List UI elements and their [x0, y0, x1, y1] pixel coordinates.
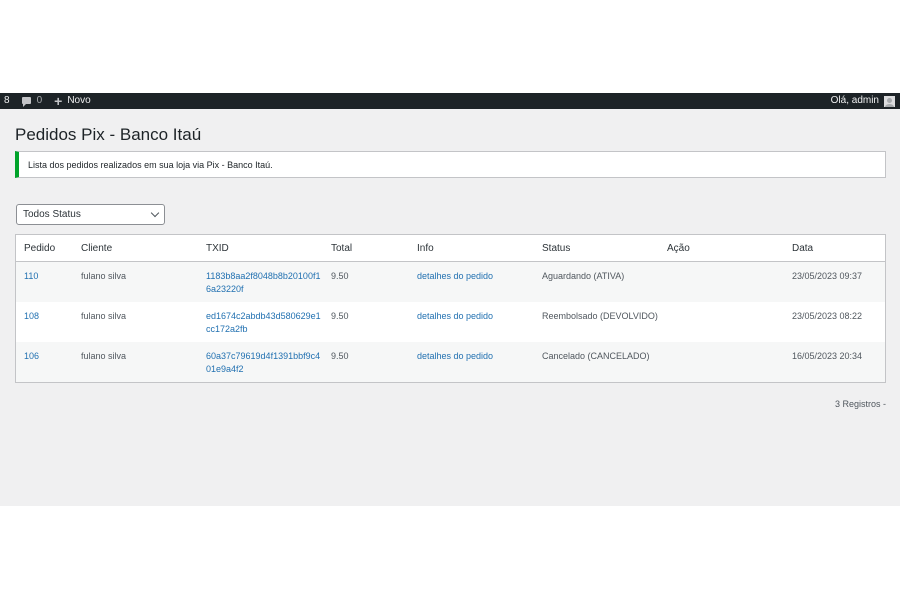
orders-table: Pedido Cliente TXID Total Info Status Aç… [15, 234, 886, 383]
status-filter-value: Todos Status [23, 209, 81, 220]
table-row: 110 fulano silva 1183b8aa2f8048b8b20100f… [16, 261, 885, 302]
cell-total: 9.50 [323, 261, 409, 302]
cell-acao [659, 302, 784, 342]
site-menu[interactable]: 8 [4, 93, 10, 109]
column-header-txid: TXID [198, 235, 323, 262]
column-header-total: Total [323, 235, 409, 262]
cell-acao [659, 342, 784, 382]
cell-status: Cancelado (CANCELADO) [534, 342, 659, 382]
chevron-down-icon [150, 208, 160, 218]
cell-data: 16/05/2023 20:34 [784, 342, 885, 382]
cell-cliente: fulano silva [73, 302, 198, 342]
info-notice: Lista dos pedidos realizados em sua loja… [15, 151, 886, 178]
cell-status: Reembolsado (DEVOLVIDO) [534, 302, 659, 342]
comments-menu[interactable]: 0 [21, 93, 43, 109]
table-header-row: Pedido Cliente TXID Total Info Status Aç… [16, 235, 885, 262]
order-details-link[interactable]: detalhes do pedido [417, 271, 493, 281]
account-menu[interactable]: Olá, admin [831, 93, 895, 109]
order-id-link[interactable]: 108 [24, 311, 39, 321]
column-header-data: Data [784, 235, 885, 262]
column-header-status: Status [534, 235, 659, 262]
column-header-pedido: Pedido [16, 235, 73, 262]
txid-link[interactable]: 60a37c79619d4f1391bbf9c401e9a4f2 [206, 351, 320, 374]
admin-page: 8 0 + Novo Olá, admin Pedidos Pix - Banc… [0, 93, 900, 506]
cell-total: 9.50 [323, 342, 409, 382]
comments-count: 0 [36, 95, 43, 106]
column-header-cliente: Cliente [73, 235, 198, 262]
order-id-link[interactable]: 110 [24, 271, 38, 281]
column-header-info: Info [409, 235, 534, 262]
plus-icon: + [54, 93, 63, 109]
admin-bar: 8 0 + Novo Olá, admin [0, 93, 900, 109]
avatar [884, 95, 895, 107]
status-filter-select[interactable]: Todos Status [16, 204, 165, 225]
table-row: 108 fulano silva ed1674c2abdb43d580629e1… [16, 302, 885, 342]
cell-cliente: fulano silva [73, 261, 198, 302]
greeting: Olá, admin [830, 95, 879, 106]
cell-cliente: fulano silva [73, 342, 198, 382]
cell-data: 23/05/2023 09:37 [784, 261, 885, 302]
records-count: 3 Registros - [834, 399, 886, 409]
page-title: Pedidos Pix - Banco Itaú [15, 125, 202, 144]
new-content-menu[interactable]: + Novo [54, 93, 91, 109]
table-row: 106 fulano silva 60a37c79619d4f1391bbf9c… [16, 342, 885, 382]
order-details-link[interactable]: detalhes do pedido [417, 351, 493, 361]
cell-data: 23/05/2023 08:22 [784, 302, 885, 342]
cell-status: Aguardando (ATIVA) [534, 261, 659, 302]
comment-icon [21, 97, 31, 107]
cell-total: 9.50 [323, 302, 409, 342]
column-header-acao: Ação [659, 235, 784, 262]
txid-link[interactable]: ed1674c2abdb43d580629e1cc172a2fb [206, 311, 321, 334]
notice-text: Lista dos pedidos realizados em sua loja… [28, 160, 273, 170]
new-label: Novo [67, 95, 91, 106]
order-id-link[interactable]: 106 [24, 351, 39, 361]
txid-link[interactable]: 1183b8aa2f8048b8b20100f16a23220f [206, 271, 320, 294]
order-details-link[interactable]: detalhes do pedido [417, 311, 493, 321]
cell-acao [659, 261, 784, 302]
